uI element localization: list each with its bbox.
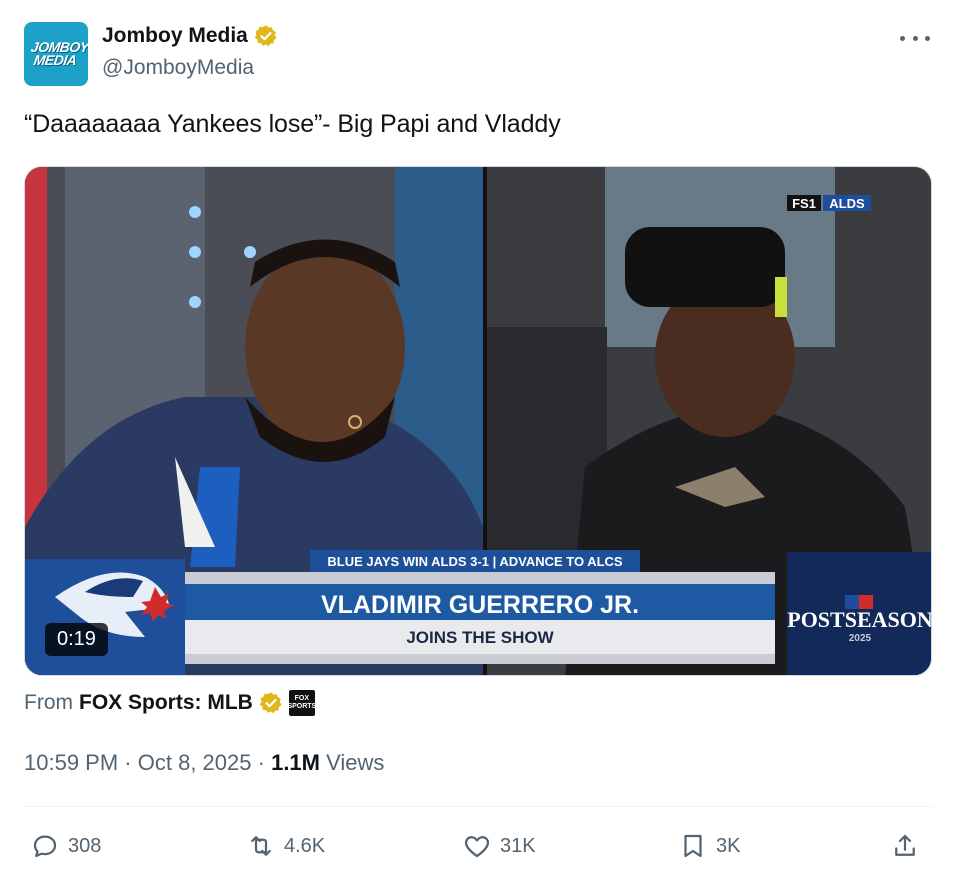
postseason-year: 2025 bbox=[849, 633, 872, 644]
repost-button[interactable]: 4.6K bbox=[246, 826, 325, 866]
views-label: Views bbox=[326, 750, 385, 775]
meta-separator: · bbox=[124, 750, 138, 775]
views-count: 1.1M bbox=[271, 750, 320, 775]
video-frame: FS1 ALDS BLUE JAYS WIN ALDS 3-1 | ADVANC… bbox=[25, 167, 932, 675]
verified-badge-icon bbox=[259, 692, 282, 714]
meta-separator: · bbox=[257, 750, 272, 775]
author-handle[interactable]: @JomboyMedia bbox=[102, 56, 254, 80]
repost-icon bbox=[251, 836, 271, 856]
author-avatar[interactable]: JOMBOY MEDIA bbox=[24, 22, 88, 86]
svg-text:ALDS: ALDS bbox=[829, 196, 865, 211]
lower-third-sub: JOINS THE SHOW bbox=[406, 628, 554, 647]
fox-sports-logo[interactable]: FOX SPORTS bbox=[287, 690, 316, 716]
repost-count: 4.6K bbox=[284, 834, 326, 857]
video-duration: 0:19 bbox=[45, 623, 108, 656]
video-player[interactable]: FS1 ALDS BLUE JAYS WIN ALDS 3-1 | ADVANC… bbox=[24, 166, 932, 676]
svg-text:FS1: FS1 bbox=[792, 196, 816, 211]
postseason-logo: POSTSEASON bbox=[787, 607, 932, 632]
network-bug: FS1 ALDS bbox=[787, 195, 871, 211]
share-button[interactable] bbox=[890, 826, 920, 866]
action-bar: 308 4.6K 31K 3K bbox=[0, 826, 958, 866]
source-prefix: From bbox=[24, 691, 73, 714]
bookmark-button[interactable]: 3K bbox=[678, 826, 740, 866]
bookmark-count: 3K bbox=[716, 834, 741, 857]
like-count: 31K bbox=[500, 834, 536, 857]
tweet-text: “Daaaaaaaa Yankees lose”- Big Papi and V… bbox=[24, 110, 561, 138]
heart-icon bbox=[464, 836, 490, 858]
reply-icon bbox=[33, 835, 57, 858]
source-attribution: From FOX Sports: MLB FOX SPORTS bbox=[24, 690, 316, 716]
ticker-text: BLUE JAYS WIN ALDS 3-1 | ADVANCE TO ALCS bbox=[327, 554, 623, 569]
author-name[interactable]: Jomboy Media bbox=[102, 24, 248, 48]
tweet-time[interactable]: 10:59 PM bbox=[24, 750, 118, 775]
share-icon bbox=[895, 834, 915, 856]
more-options-icon[interactable] bbox=[900, 28, 930, 48]
lower-third-name: VLADIMIR GUERRERO JR. bbox=[321, 591, 639, 619]
reply-button[interactable]: 308 bbox=[30, 826, 101, 866]
verified-badge-icon bbox=[254, 25, 277, 47]
author-name-row: Jomboy Media bbox=[102, 24, 278, 48]
tweet-meta: 10:59 PM · Oct 8, 2025 · 1.1M Views bbox=[24, 750, 384, 776]
divider bbox=[24, 806, 934, 807]
source-name[interactable]: FOX Sports: MLB bbox=[79, 691, 253, 715]
bookmark-icon bbox=[684, 834, 702, 858]
reply-count: 308 bbox=[68, 834, 102, 857]
avatar-logo-text: JOMBOY MEDIA bbox=[29, 39, 88, 68]
like-button[interactable]: 31K bbox=[462, 826, 536, 866]
tweet-date[interactable]: Oct 8, 2025 bbox=[138, 750, 252, 775]
